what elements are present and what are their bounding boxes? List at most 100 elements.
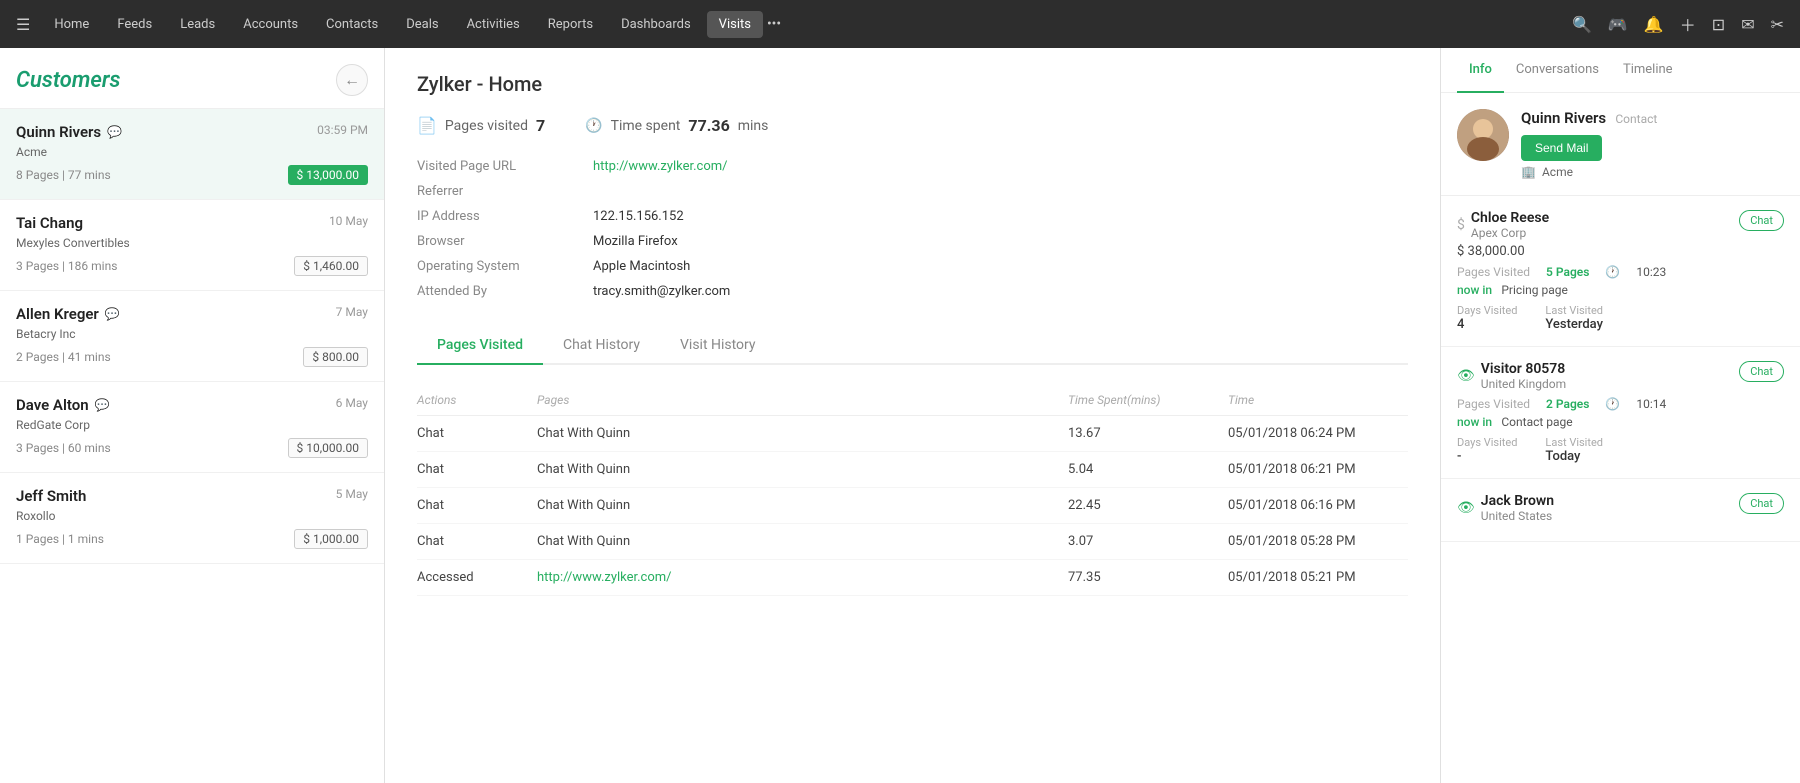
visitor-country: United Kingdom bbox=[1481, 377, 1566, 391]
time-cell: 05/01/2018 06:21 PM bbox=[1228, 462, 1408, 477]
visited-url-link[interactable]: http://www.zylker.com/ bbox=[593, 159, 1408, 174]
customer-item[interactable]: Tai Chang 10 May Mexyles Convertibles 3 … bbox=[0, 200, 384, 291]
nav-reports[interactable]: Reports bbox=[536, 11, 605, 38]
nav-deals[interactable]: Deals bbox=[394, 11, 450, 38]
pages-value: 7 bbox=[536, 116, 545, 135]
days-visited-label: Days Visited bbox=[1457, 436, 1517, 449]
right-tab-info[interactable]: Info bbox=[1457, 48, 1504, 93]
plus-icon[interactable]: ＋ bbox=[1680, 12, 1696, 36]
contact-info: Quinn Rivers Contact Send Mail 🏢 Acme bbox=[1521, 109, 1784, 179]
ip-label: IP Address bbox=[417, 209, 577, 224]
back-arrow-icon: ← bbox=[344, 70, 360, 90]
scissors-icon[interactable]: ✂ bbox=[1771, 15, 1784, 34]
send-mail-button[interactable]: Send Mail bbox=[1521, 135, 1602, 161]
os-value: Apple Macintosh bbox=[593, 259, 1408, 274]
page-cell: Chat With Quinn bbox=[537, 498, 1068, 513]
customer-name: Quinn Rivers 💬 bbox=[16, 123, 122, 141]
visited-url-label: Visited Page URL bbox=[417, 159, 577, 174]
time-spent-cell: 22.45 bbox=[1068, 498, 1228, 513]
sidebar: Customers ← Quinn Rivers 💬 03:59 PM Acme… bbox=[0, 48, 385, 783]
visitor-clock-icon: 🕐 bbox=[1605, 265, 1620, 279]
clock-icon: 🕐 bbox=[585, 118, 602, 134]
avatar-image bbox=[1457, 109, 1509, 161]
table-row: Chat Chat With Quinn 5.04 05/01/2018 06:… bbox=[417, 452, 1408, 488]
customer-stats: 2 Pages | 41 mins bbox=[16, 350, 111, 364]
customer-stats: 3 Pages | 186 mins bbox=[16, 259, 117, 273]
customer-item[interactable]: Dave Alton 💬 6 May RedGate Corp 3 Pages … bbox=[0, 382, 384, 473]
customer-time: 5 May bbox=[336, 487, 368, 501]
time-value: 77.36 bbox=[688, 116, 729, 135]
chat-icon: 💬 bbox=[105, 307, 120, 321]
bell-icon[interactable]: 🔔 bbox=[1644, 15, 1664, 34]
chat-button[interactable]: Chat bbox=[1739, 361, 1784, 382]
nav-more-icon[interactable]: ••• bbox=[767, 16, 781, 32]
chat-icon: 💬 bbox=[107, 125, 122, 139]
tab-pages-visited[interactable]: Pages Visited bbox=[417, 327, 543, 365]
tab-chat-history[interactable]: Chat History bbox=[543, 327, 660, 365]
visitor-dollar-icon: $ bbox=[1457, 217, 1465, 233]
tab-visit-history[interactable]: Visit History bbox=[660, 327, 776, 365]
page-cell: Chat With Quinn bbox=[537, 534, 1068, 549]
search-icon[interactable]: 🔍 bbox=[1572, 15, 1592, 34]
visitor-clock-icon: 🕐 bbox=[1605, 397, 1620, 411]
nav-accounts[interactable]: Accounts bbox=[231, 11, 310, 38]
customer-time: 7 May bbox=[336, 305, 368, 319]
visitor-country: United States bbox=[1481, 509, 1554, 523]
time-spent-cell: 77.35 bbox=[1068, 570, 1228, 585]
visitor-time: 10:23 bbox=[1636, 265, 1666, 279]
nav-contacts[interactable]: Contacts bbox=[314, 11, 390, 38]
gamepad-icon[interactable]: 🎮 bbox=[1608, 15, 1628, 34]
time-cell: 05/01/2018 06:24 PM bbox=[1228, 426, 1408, 441]
nav-visits[interactable]: Visits bbox=[707, 11, 763, 38]
pages-icon: 📄 bbox=[417, 116, 437, 135]
chat-button[interactable]: Chat bbox=[1739, 493, 1784, 514]
referrer-label: Referrer bbox=[417, 184, 577, 199]
main-content: Zylker - Home 📄 Pages visited 7 🕐 Time s… bbox=[385, 48, 1440, 783]
customer-name: Tai Chang bbox=[16, 214, 83, 232]
customer-value: $ 800.00 bbox=[303, 347, 368, 367]
contact-company-row: 🏢 Acme bbox=[1521, 165, 1784, 179]
hamburger-icon[interactable]: ☰ bbox=[16, 15, 30, 34]
browser-value: Mozilla Firefox bbox=[593, 234, 1408, 249]
visitor-now-page: Pricing page bbox=[1501, 283, 1567, 297]
contact-card: Quinn Rivers Contact Send Mail 🏢 Acme bbox=[1441, 93, 1800, 196]
chat-icon: 💬 bbox=[95, 398, 110, 412]
nav-home[interactable]: Home bbox=[42, 11, 101, 38]
last-visited-value: Today bbox=[1545, 449, 1603, 464]
chat-button[interactable]: Chat bbox=[1739, 210, 1784, 231]
sidebar-title: Customers bbox=[16, 68, 121, 93]
nav-activities[interactable]: Activities bbox=[455, 11, 532, 38]
days-visited-value: - bbox=[1457, 449, 1517, 464]
visitor-item: $ Chloe Reese Apex Corp Chat $ 38,000.00… bbox=[1441, 196, 1800, 347]
customer-value: $ 1,000.00 bbox=[294, 529, 368, 549]
visitor-name: Jack Brown bbox=[1481, 493, 1554, 509]
right-tab-conversations[interactable]: Conversations bbox=[1504, 48, 1611, 93]
table-header: Actions Pages Time Spent(mins) Time bbox=[417, 385, 1408, 416]
mail-icon[interactable]: ✉ bbox=[1741, 15, 1754, 34]
stats-row: 📄 Pages visited 7 🕐 Time spent 77.36 min… bbox=[417, 116, 1408, 135]
nav-feeds[interactable]: Feeds bbox=[105, 11, 164, 38]
col-pages: Pages bbox=[537, 393, 1068, 407]
time-spent-cell: 13.67 bbox=[1068, 426, 1228, 441]
back-button[interactable]: ← bbox=[336, 64, 368, 96]
customer-name: Dave Alton 💬 bbox=[16, 396, 110, 414]
visitor-country: Apex Corp bbox=[1471, 226, 1549, 240]
contact-avatar bbox=[1457, 109, 1509, 161]
time-unit: mins bbox=[738, 118, 769, 134]
right-tab-timeline[interactable]: Timeline bbox=[1611, 48, 1685, 93]
contact-type: Contact bbox=[1615, 112, 1657, 126]
visitor-pages-label: Pages Visited bbox=[1457, 397, 1530, 411]
nav-leads[interactable]: Leads bbox=[168, 11, 227, 38]
visitor-eye-icon: 👁 bbox=[1457, 368, 1475, 384]
customer-item[interactable]: Allen Kreger 💬 7 May Betacry Inc 2 Pages… bbox=[0, 291, 384, 382]
topnav-icons: 🔍 🎮 🔔 ＋ ⊡ ✉ ✂ bbox=[1572, 12, 1784, 36]
customer-item[interactable]: Quinn Rivers 💬 03:59 PM Acme 8 Pages | 7… bbox=[0, 109, 384, 200]
layout-icon[interactable]: ⊡ bbox=[1712, 15, 1725, 34]
top-navigation: ☰ Home Feeds Leads Accounts Contacts Dea… bbox=[0, 0, 1800, 48]
right-panel-tabs: Info Conversations Timeline bbox=[1441, 48, 1800, 93]
customer-item[interactable]: Jeff Smith 5 May Roxollo 1 Pages | 1 min… bbox=[0, 473, 384, 564]
right-panel: Info Conversations Timeline Quinn Rivers… bbox=[1440, 48, 1800, 783]
page-link[interactable]: http://www.zylker.com/ bbox=[537, 570, 1068, 585]
nav-dashboards[interactable]: Dashboards bbox=[609, 11, 703, 38]
visitor-pages-value: 5 Pages bbox=[1546, 265, 1589, 279]
